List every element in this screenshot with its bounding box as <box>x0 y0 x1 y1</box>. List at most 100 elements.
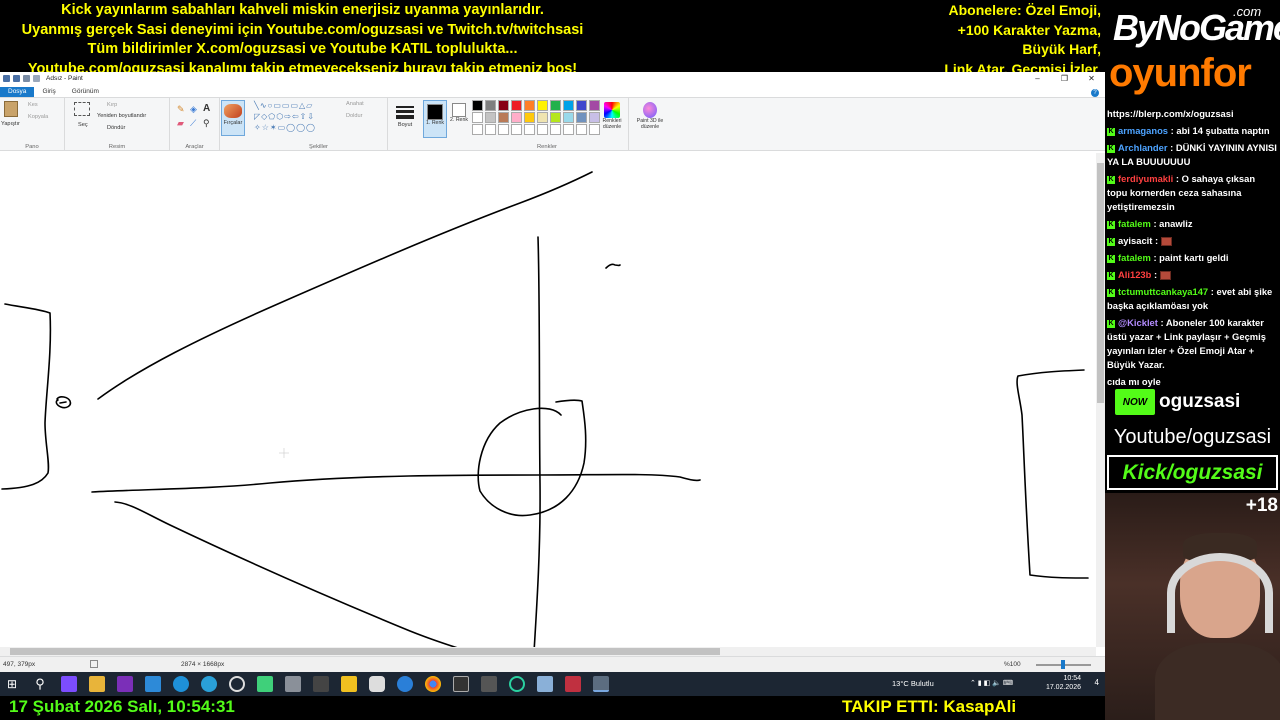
green-app-icon[interactable] <box>257 676 273 692</box>
edge-browser-icon[interactable] <box>173 676 189 692</box>
help-icon[interactable]: ? <box>1091 89 1099 97</box>
copy-button[interactable]: Kopyala <box>28 114 48 120</box>
file-explorer-icon[interactable] <box>89 676 105 692</box>
paint-taskbar-icon[interactable] <box>593 676 609 692</box>
color-picker-icon[interactable]: ⟋ <box>190 118 196 129</box>
maximize-button[interactable]: ❐ <box>1051 74 1078 83</box>
text-tool-icon[interactable]: A <box>203 103 210 114</box>
vertical-scrollbar[interactable] <box>1096 153 1105 647</box>
select-button[interactable]: Seç <box>78 122 88 128</box>
kick-badge-icon: K <box>1107 254 1115 263</box>
tab-view[interactable]: Görünüm <box>64 87 107 97</box>
vertical-scroll-thumb[interactable] <box>1097 163 1104 403</box>
paste-icon[interactable] <box>4 101 18 117</box>
chat-username[interactable]: Archlander <box>1118 142 1168 153</box>
refresh-app-icon[interactable] <box>201 676 217 692</box>
undo-icon[interactable] <box>23 75 30 82</box>
rotate-button[interactable]: Döndür <box>107 125 125 131</box>
files-app-icon[interactable] <box>537 676 553 692</box>
color1-button[interactable]: 1. Renk <box>423 100 447 138</box>
brushes-button[interactable]: Fırçalar <box>221 100 245 136</box>
magnifier-icon[interactable]: ⚲ <box>203 118 210 129</box>
chat-username[interactable]: tctumuttcankaya147 <box>1118 286 1208 297</box>
redo-icon[interactable] <box>33 75 40 82</box>
horizontal-scrollbar[interactable] <box>0 647 1096 656</box>
teamviewer-icon[interactable] <box>397 676 413 692</box>
notification-count[interactable]: 4 <box>1095 678 1099 687</box>
window-app-icon[interactable] <box>145 676 161 692</box>
chat-username[interactable]: ayisacit <box>1118 235 1152 246</box>
horizontal-scroll-thumb[interactable] <box>10 648 720 655</box>
cursor-position: 497, 379px <box>3 661 36 668</box>
chat-username[interactable]: ferdiyumakli <box>1118 173 1173 184</box>
paste-button[interactable]: Yapıştır <box>1 121 20 127</box>
size-line-2 <box>396 110 414 113</box>
right-goal-stroke <box>1016 369 1089 579</box>
kick-badge-icon: K <box>1107 319 1115 328</box>
chat-username[interactable]: Ali123b <box>1118 269 1151 280</box>
sticky-notes-icon[interactable] <box>341 676 357 692</box>
perk-line-1: Abonelere: Özel Emoji, <box>948 2 1101 18</box>
app-icon-badge[interactable] <box>369 676 385 692</box>
clock-time: 10:54 <box>1063 675 1081 682</box>
banner-line-1: Kick yayınlarım sabahları kahveli miskin… <box>61 2 544 18</box>
tab-home[interactable]: Giriş <box>34 87 63 97</box>
weather-widget[interactable]: 13°C Bulutlu <box>892 679 934 688</box>
start-windows-icon[interactable]: ⊞ <box>4 676 20 692</box>
steam-icon[interactable] <box>229 676 245 692</box>
search-icon[interactable]: ⚲ <box>32 676 48 692</box>
banner-line-3: Tüm bildirimler X.com/oguzsasi ve Youtub… <box>87 41 518 57</box>
fill-bucket-icon[interactable]: ◈ <box>190 104 197 115</box>
red-app-icon[interactable] <box>565 676 581 692</box>
upper-line-stroke <box>97 171 593 400</box>
circle-app-icon[interactable] <box>509 676 525 692</box>
onenote-icon[interactable] <box>117 676 133 692</box>
left-goal-stroke <box>1 303 52 490</box>
chat-feed: https://blerp.com/x/oguzsasi Karmaganos :… <box>1105 106 1280 391</box>
chat-username[interactable]: fatalem <box>1118 218 1151 229</box>
eraser-icon[interactable]: ▰ <box>177 118 184 129</box>
fill-button[interactable]: Doldur <box>346 113 362 119</box>
cut-button[interactable]: Kes <box>28 102 38 108</box>
paint3d-button[interactable]: Paint 3D ile düzenle <box>632 100 668 138</box>
size-button[interactable]: Boyut <box>392 100 418 138</box>
save-icon[interactable] <box>13 75 20 82</box>
stream-datetime: 17 Şubat 2026 Salı, 10:54:31 <box>9 697 235 716</box>
bottom-overlay: 17 Şubat 2026 Salı, 10:54:31 TAKIP ETTI:… <box>0 696 1105 720</box>
drawing-canvas[interactable] <box>0 153 1105 647</box>
chat-username[interactable]: fatalem <box>1118 252 1151 263</box>
resize-button[interactable]: Yeniden boyutlandır <box>97 113 146 119</box>
tab-file[interactable]: Dosya <box>0 87 35 97</box>
webcam-body <box>1155 643 1280 720</box>
crop-button[interactable]: Kırp <box>107 102 117 108</box>
color1-label: 1. Renk <box>426 120 444 126</box>
select-icon[interactable] <box>74 102 90 116</box>
colors-group-label: Renkler <box>537 144 557 150</box>
shapes-gallery[interactable]: ╲∿○▭▭▭△▱ ◸◇⬠⬡⇨⇦⇧⇩ ✧☆✶▭◯◯◯ <box>254 100 342 133</box>
chat-username[interactable]: @Kicklet <box>1118 317 1158 328</box>
close-button[interactable]: ✕ <box>1078 74 1105 83</box>
tools-group-label: Araçlar <box>185 144 204 150</box>
selection-size-icon <box>90 660 98 668</box>
p-app-icon[interactable] <box>453 676 469 692</box>
app-icon-triangle[interactable] <box>313 676 329 692</box>
banner-sub-perks: Abonelere: Özel Emoji, +100 Karakter Yaz… <box>944 1 1101 79</box>
bynogame-logo-suffix: .com <box>1233 4 1262 19</box>
zoom-slider-thumb[interactable] <box>1061 660 1065 669</box>
minimize-button[interactable]: – <box>1024 74 1051 83</box>
outline-button[interactable]: Anahat <box>346 101 364 107</box>
brushes-label: Fırçalar <box>223 120 243 126</box>
pen-app-icon[interactable] <box>61 676 77 692</box>
ribbon: Yapıştır Kes Kopyala Pano Seç Kırp Yenid… <box>0 97 1105 151</box>
chat-text: https://blerp.com/x/oguzsasi <box>1107 108 1234 119</box>
chrome-icon[interactable] <box>425 676 441 692</box>
kick-badge-icon: K <box>1107 144 1115 153</box>
status-bar: 497, 379px 2874 × 1668px %100 <box>0 656 1105 672</box>
tools-app-icon[interactable] <box>481 676 497 692</box>
oyunfor-logo: oyunfor <box>1109 51 1252 95</box>
system-tray-icons[interactable]: ⌃ ▮ ◧ 🔈 ⌨ <box>970 679 1013 687</box>
chat-username[interactable]: armaganos <box>1118 125 1168 136</box>
pencil-icon[interactable]: ✎ <box>177 104 185 115</box>
camera-app-icon[interactable] <box>285 676 301 692</box>
clock[interactable]: 10:54 17.02.2026 <box>1046 674 1081 692</box>
